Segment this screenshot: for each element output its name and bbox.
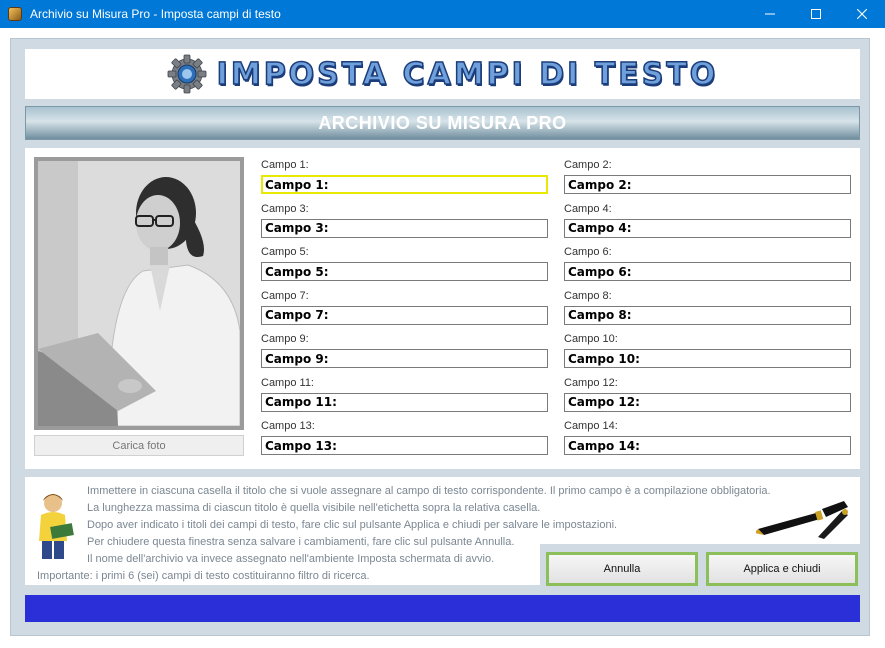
- archive-name-banner: ARCHIVIO SU MISURA PRO: [25, 106, 860, 140]
- main-area: IMPOSTA CAMPI DI TESTO ARCHIVIO SU MISUR…: [10, 38, 870, 636]
- field-label-10: Campo 10:: [564, 333, 618, 345]
- field-label-12: Campo 12:: [564, 376, 618, 389]
- minimize-icon: [765, 13, 775, 15]
- app-icon[interactable]: [8, 7, 22, 21]
- field-label-5: Campo 5:: [261, 246, 309, 258]
- field-label-11: Campo 11:: [261, 376, 314, 389]
- close-icon: [857, 9, 867, 19]
- maximize-button[interactable]: [793, 0, 839, 28]
- field-input-12[interactable]: [564, 392, 851, 412]
- field-label-14: Campo 14:: [564, 420, 618, 432]
- window-title: Archivio su Misura Pro - Imposta campi d…: [30, 7, 281, 21]
- field-input-8[interactable]: [564, 305, 851, 325]
- photo[interactable]: [38, 161, 240, 426]
- field-label-2: Campo 2:: [564, 159, 612, 171]
- page-title: IMPOSTA CAMPI DI TESTO: [216, 56, 719, 93]
- info-line-5: Il nome dell'archivio va invece assegnat…: [87, 553, 495, 565]
- field-input-4[interactable]: [564, 218, 851, 238]
- field-input-1[interactable]: [261, 175, 548, 194]
- field-label-8: Campo 8:: [564, 289, 612, 302]
- field-label-4: Campo 4:: [564, 202, 612, 215]
- field-input-7[interactable]: [261, 305, 548, 325]
- info-line-4: Per chiudere questa finestra senza salva…: [87, 536, 515, 548]
- girl-reading-icon: [39, 494, 74, 559]
- upload-photo-button[interactable]: Carica foto: [34, 435, 244, 456]
- info-line-3: Dopo aver indicato i titoli dei campi di…: [87, 519, 618, 531]
- field-label-3: Campo 3:: [261, 202, 309, 215]
- field-input-3[interactable]: [261, 218, 548, 238]
- field-label-13: Campo 13:: [261, 420, 315, 432]
- field-input-9[interactable]: [261, 349, 548, 368]
- close-button[interactable]: [839, 0, 885, 28]
- field-input-5[interactable]: [261, 262, 548, 281]
- field-label-1: Campo 1:: [261, 159, 309, 171]
- cancel-button[interactable]: Annulla: [546, 552, 698, 586]
- gear-icon: [167, 54, 207, 94]
- field-input-13[interactable]: [261, 436, 548, 455]
- action-buttons-area: Annulla Applica e chiudi: [540, 544, 860, 592]
- maximize-icon: [811, 9, 821, 19]
- field-input-2[interactable]: [564, 175, 851, 194]
- field-input-11[interactable]: [261, 392, 548, 412]
- minimize-button[interactable]: [747, 0, 793, 28]
- field-input-14[interactable]: [564, 436, 851, 455]
- title-bar: Archivio su Misura Pro - Imposta campi d…: [0, 0, 885, 28]
- info-line-2: La lunghezza massima di ciascun titolo è…: [87, 502, 541, 514]
- fountain-pen-icon: [756, 501, 848, 539]
- status-bar: [25, 595, 860, 622]
- field-input-10[interactable]: [564, 349, 851, 368]
- info-line-1: Immettere in ciascuna casella il titolo …: [87, 485, 771, 497]
- woman-with-laptop-photo: [38, 161, 240, 426]
- photo-frame: [34, 157, 244, 430]
- field-label-6: Campo 6:: [564, 246, 612, 258]
- window-controls: [747, 0, 885, 28]
- apply-and-close-button[interactable]: Applica e chiudi: [706, 552, 858, 586]
- header-panel: IMPOSTA CAMPI DI TESTO: [25, 49, 860, 99]
- field-label-7: Campo 7:: [261, 289, 309, 302]
- field-input-6[interactable]: [564, 262, 851, 281]
- field-label-9: Campo 9:: [261, 333, 309, 345]
- fields-panel: Carica foto Campo 1: Campo 2: Campo 3: Camp…: [25, 148, 860, 469]
- info-line-6: Importante: i primi 6 (sei) campi di tes…: [37, 570, 370, 582]
